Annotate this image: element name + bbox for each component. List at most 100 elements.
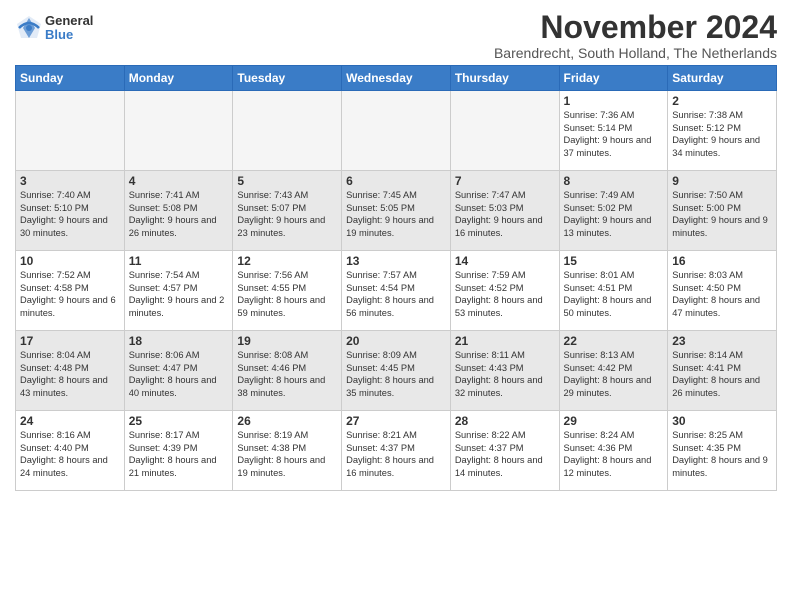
day-number: 7	[455, 174, 555, 188]
day-number: 24	[20, 414, 120, 428]
day-number: 25	[129, 414, 229, 428]
week-row-2: 3Sunrise: 7:40 AMSunset: 5:10 PMDaylight…	[16, 171, 777, 251]
day-number: 15	[564, 254, 664, 268]
calendar-cell: 25Sunrise: 8:17 AMSunset: 4:39 PMDayligh…	[124, 411, 233, 491]
day-info: Sunrise: 8:01 AMSunset: 4:51 PMDaylight:…	[564, 269, 664, 319]
calendar-cell	[233, 91, 342, 171]
calendar-cell: 12Sunrise: 7:56 AMSunset: 4:55 PMDayligh…	[233, 251, 342, 331]
day-info: Sunrise: 8:19 AMSunset: 4:38 PMDaylight:…	[237, 429, 337, 479]
calendar-cell	[450, 91, 559, 171]
header: General Blue November 2024 Barendrecht, …	[15, 10, 777, 61]
calendar-cell: 5Sunrise: 7:43 AMSunset: 5:07 PMDaylight…	[233, 171, 342, 251]
day-number: 8	[564, 174, 664, 188]
day-info: Sunrise: 8:04 AMSunset: 4:48 PMDaylight:…	[20, 349, 120, 399]
day-info: Sunrise: 8:17 AMSunset: 4:39 PMDaylight:…	[129, 429, 229, 479]
calendar-cell	[16, 91, 125, 171]
column-header-tuesday: Tuesday	[233, 66, 342, 91]
week-row-5: 24Sunrise: 8:16 AMSunset: 4:40 PMDayligh…	[16, 411, 777, 491]
day-info: Sunrise: 7:52 AMSunset: 4:58 PMDaylight:…	[20, 269, 120, 319]
month-title: November 2024	[494, 10, 777, 45]
day-number: 13	[346, 254, 446, 268]
day-info: Sunrise: 7:38 AMSunset: 5:12 PMDaylight:…	[672, 109, 772, 159]
day-number: 3	[20, 174, 120, 188]
day-number: 23	[672, 334, 772, 348]
calendar-cell	[124, 91, 233, 171]
logo-text: General Blue	[45, 14, 93, 43]
day-number: 30	[672, 414, 772, 428]
calendar-cell: 29Sunrise: 8:24 AMSunset: 4:36 PMDayligh…	[559, 411, 668, 491]
calendar-cell: 15Sunrise: 8:01 AMSunset: 4:51 PMDayligh…	[559, 251, 668, 331]
day-number: 2	[672, 94, 772, 108]
calendar-cell: 6Sunrise: 7:45 AMSunset: 5:05 PMDaylight…	[342, 171, 451, 251]
calendar-cell: 2Sunrise: 7:38 AMSunset: 5:12 PMDaylight…	[668, 91, 777, 171]
day-number: 27	[346, 414, 446, 428]
header-row: SundayMondayTuesdayWednesdayThursdayFrid…	[16, 66, 777, 91]
logo: General Blue	[15, 14, 93, 43]
day-info: Sunrise: 7:45 AMSunset: 5:05 PMDaylight:…	[346, 189, 446, 239]
column-header-sunday: Sunday	[16, 66, 125, 91]
day-info: Sunrise: 8:03 AMSunset: 4:50 PMDaylight:…	[672, 269, 772, 319]
day-number: 29	[564, 414, 664, 428]
calendar-cell: 10Sunrise: 7:52 AMSunset: 4:58 PMDayligh…	[16, 251, 125, 331]
day-info: Sunrise: 8:06 AMSunset: 4:47 PMDaylight:…	[129, 349, 229, 399]
day-info: Sunrise: 7:47 AMSunset: 5:03 PMDaylight:…	[455, 189, 555, 239]
day-info: Sunrise: 7:40 AMSunset: 5:10 PMDaylight:…	[20, 189, 120, 239]
week-row-4: 17Sunrise: 8:04 AMSunset: 4:48 PMDayligh…	[16, 331, 777, 411]
calendar-cell: 16Sunrise: 8:03 AMSunset: 4:50 PMDayligh…	[668, 251, 777, 331]
week-row-1: 1Sunrise: 7:36 AMSunset: 5:14 PMDaylight…	[16, 91, 777, 171]
logo-icon	[15, 14, 43, 42]
day-info: Sunrise: 8:25 AMSunset: 4:35 PMDaylight:…	[672, 429, 772, 479]
calendar-cell: 7Sunrise: 7:47 AMSunset: 5:03 PMDaylight…	[450, 171, 559, 251]
day-number: 4	[129, 174, 229, 188]
calendar-cell: 22Sunrise: 8:13 AMSunset: 4:42 PMDayligh…	[559, 331, 668, 411]
day-number: 19	[237, 334, 337, 348]
day-info: Sunrise: 8:11 AMSunset: 4:43 PMDaylight:…	[455, 349, 555, 399]
day-number: 17	[20, 334, 120, 348]
calendar-cell: 21Sunrise: 8:11 AMSunset: 4:43 PMDayligh…	[450, 331, 559, 411]
day-info: Sunrise: 7:50 AMSunset: 5:00 PMDaylight:…	[672, 189, 772, 239]
calendar-cell: 14Sunrise: 7:59 AMSunset: 4:52 PMDayligh…	[450, 251, 559, 331]
column-header-friday: Friday	[559, 66, 668, 91]
day-info: Sunrise: 7:36 AMSunset: 5:14 PMDaylight:…	[564, 109, 664, 159]
day-info: Sunrise: 8:24 AMSunset: 4:36 PMDaylight:…	[564, 429, 664, 479]
day-number: 1	[564, 94, 664, 108]
day-info: Sunrise: 7:49 AMSunset: 5:02 PMDaylight:…	[564, 189, 664, 239]
calendar-cell: 1Sunrise: 7:36 AMSunset: 5:14 PMDaylight…	[559, 91, 668, 171]
calendar-cell: 23Sunrise: 8:14 AMSunset: 4:41 PMDayligh…	[668, 331, 777, 411]
column-header-saturday: Saturday	[668, 66, 777, 91]
day-number: 6	[346, 174, 446, 188]
title-section: November 2024 Barendrecht, South Holland…	[494, 10, 777, 61]
day-info: Sunrise: 8:09 AMSunset: 4:45 PMDaylight:…	[346, 349, 446, 399]
location-subtitle: Barendrecht, South Holland, The Netherla…	[494, 45, 777, 61]
calendar-cell: 4Sunrise: 7:41 AMSunset: 5:08 PMDaylight…	[124, 171, 233, 251]
day-number: 16	[672, 254, 772, 268]
column-header-wednesday: Wednesday	[342, 66, 451, 91]
calendar-cell: 18Sunrise: 8:06 AMSunset: 4:47 PMDayligh…	[124, 331, 233, 411]
day-info: Sunrise: 8:22 AMSunset: 4:37 PMDaylight:…	[455, 429, 555, 479]
week-row-3: 10Sunrise: 7:52 AMSunset: 4:58 PMDayligh…	[16, 251, 777, 331]
column-header-monday: Monday	[124, 66, 233, 91]
day-number: 18	[129, 334, 229, 348]
calendar-cell: 3Sunrise: 7:40 AMSunset: 5:10 PMDaylight…	[16, 171, 125, 251]
day-info: Sunrise: 8:21 AMSunset: 4:37 PMDaylight:…	[346, 429, 446, 479]
column-header-thursday: Thursday	[450, 66, 559, 91]
calendar-cell: 28Sunrise: 8:22 AMSunset: 4:37 PMDayligh…	[450, 411, 559, 491]
day-number: 14	[455, 254, 555, 268]
logo-blue: Blue	[45, 28, 93, 42]
day-number: 20	[346, 334, 446, 348]
calendar-table: SundayMondayTuesdayWednesdayThursdayFrid…	[15, 65, 777, 491]
calendar-cell: 19Sunrise: 8:08 AMSunset: 4:46 PMDayligh…	[233, 331, 342, 411]
calendar-cell: 9Sunrise: 7:50 AMSunset: 5:00 PMDaylight…	[668, 171, 777, 251]
day-info: Sunrise: 8:14 AMSunset: 4:41 PMDaylight:…	[672, 349, 772, 399]
day-number: 10	[20, 254, 120, 268]
calendar-cell: 11Sunrise: 7:54 AMSunset: 4:57 PMDayligh…	[124, 251, 233, 331]
logo-general: General	[45, 14, 93, 28]
day-number: 11	[129, 254, 229, 268]
day-info: Sunrise: 7:57 AMSunset: 4:54 PMDaylight:…	[346, 269, 446, 319]
calendar-cell: 30Sunrise: 8:25 AMSunset: 4:35 PMDayligh…	[668, 411, 777, 491]
day-number: 21	[455, 334, 555, 348]
day-number: 9	[672, 174, 772, 188]
day-info: Sunrise: 8:08 AMSunset: 4:46 PMDaylight:…	[237, 349, 337, 399]
day-number: 26	[237, 414, 337, 428]
day-number: 22	[564, 334, 664, 348]
